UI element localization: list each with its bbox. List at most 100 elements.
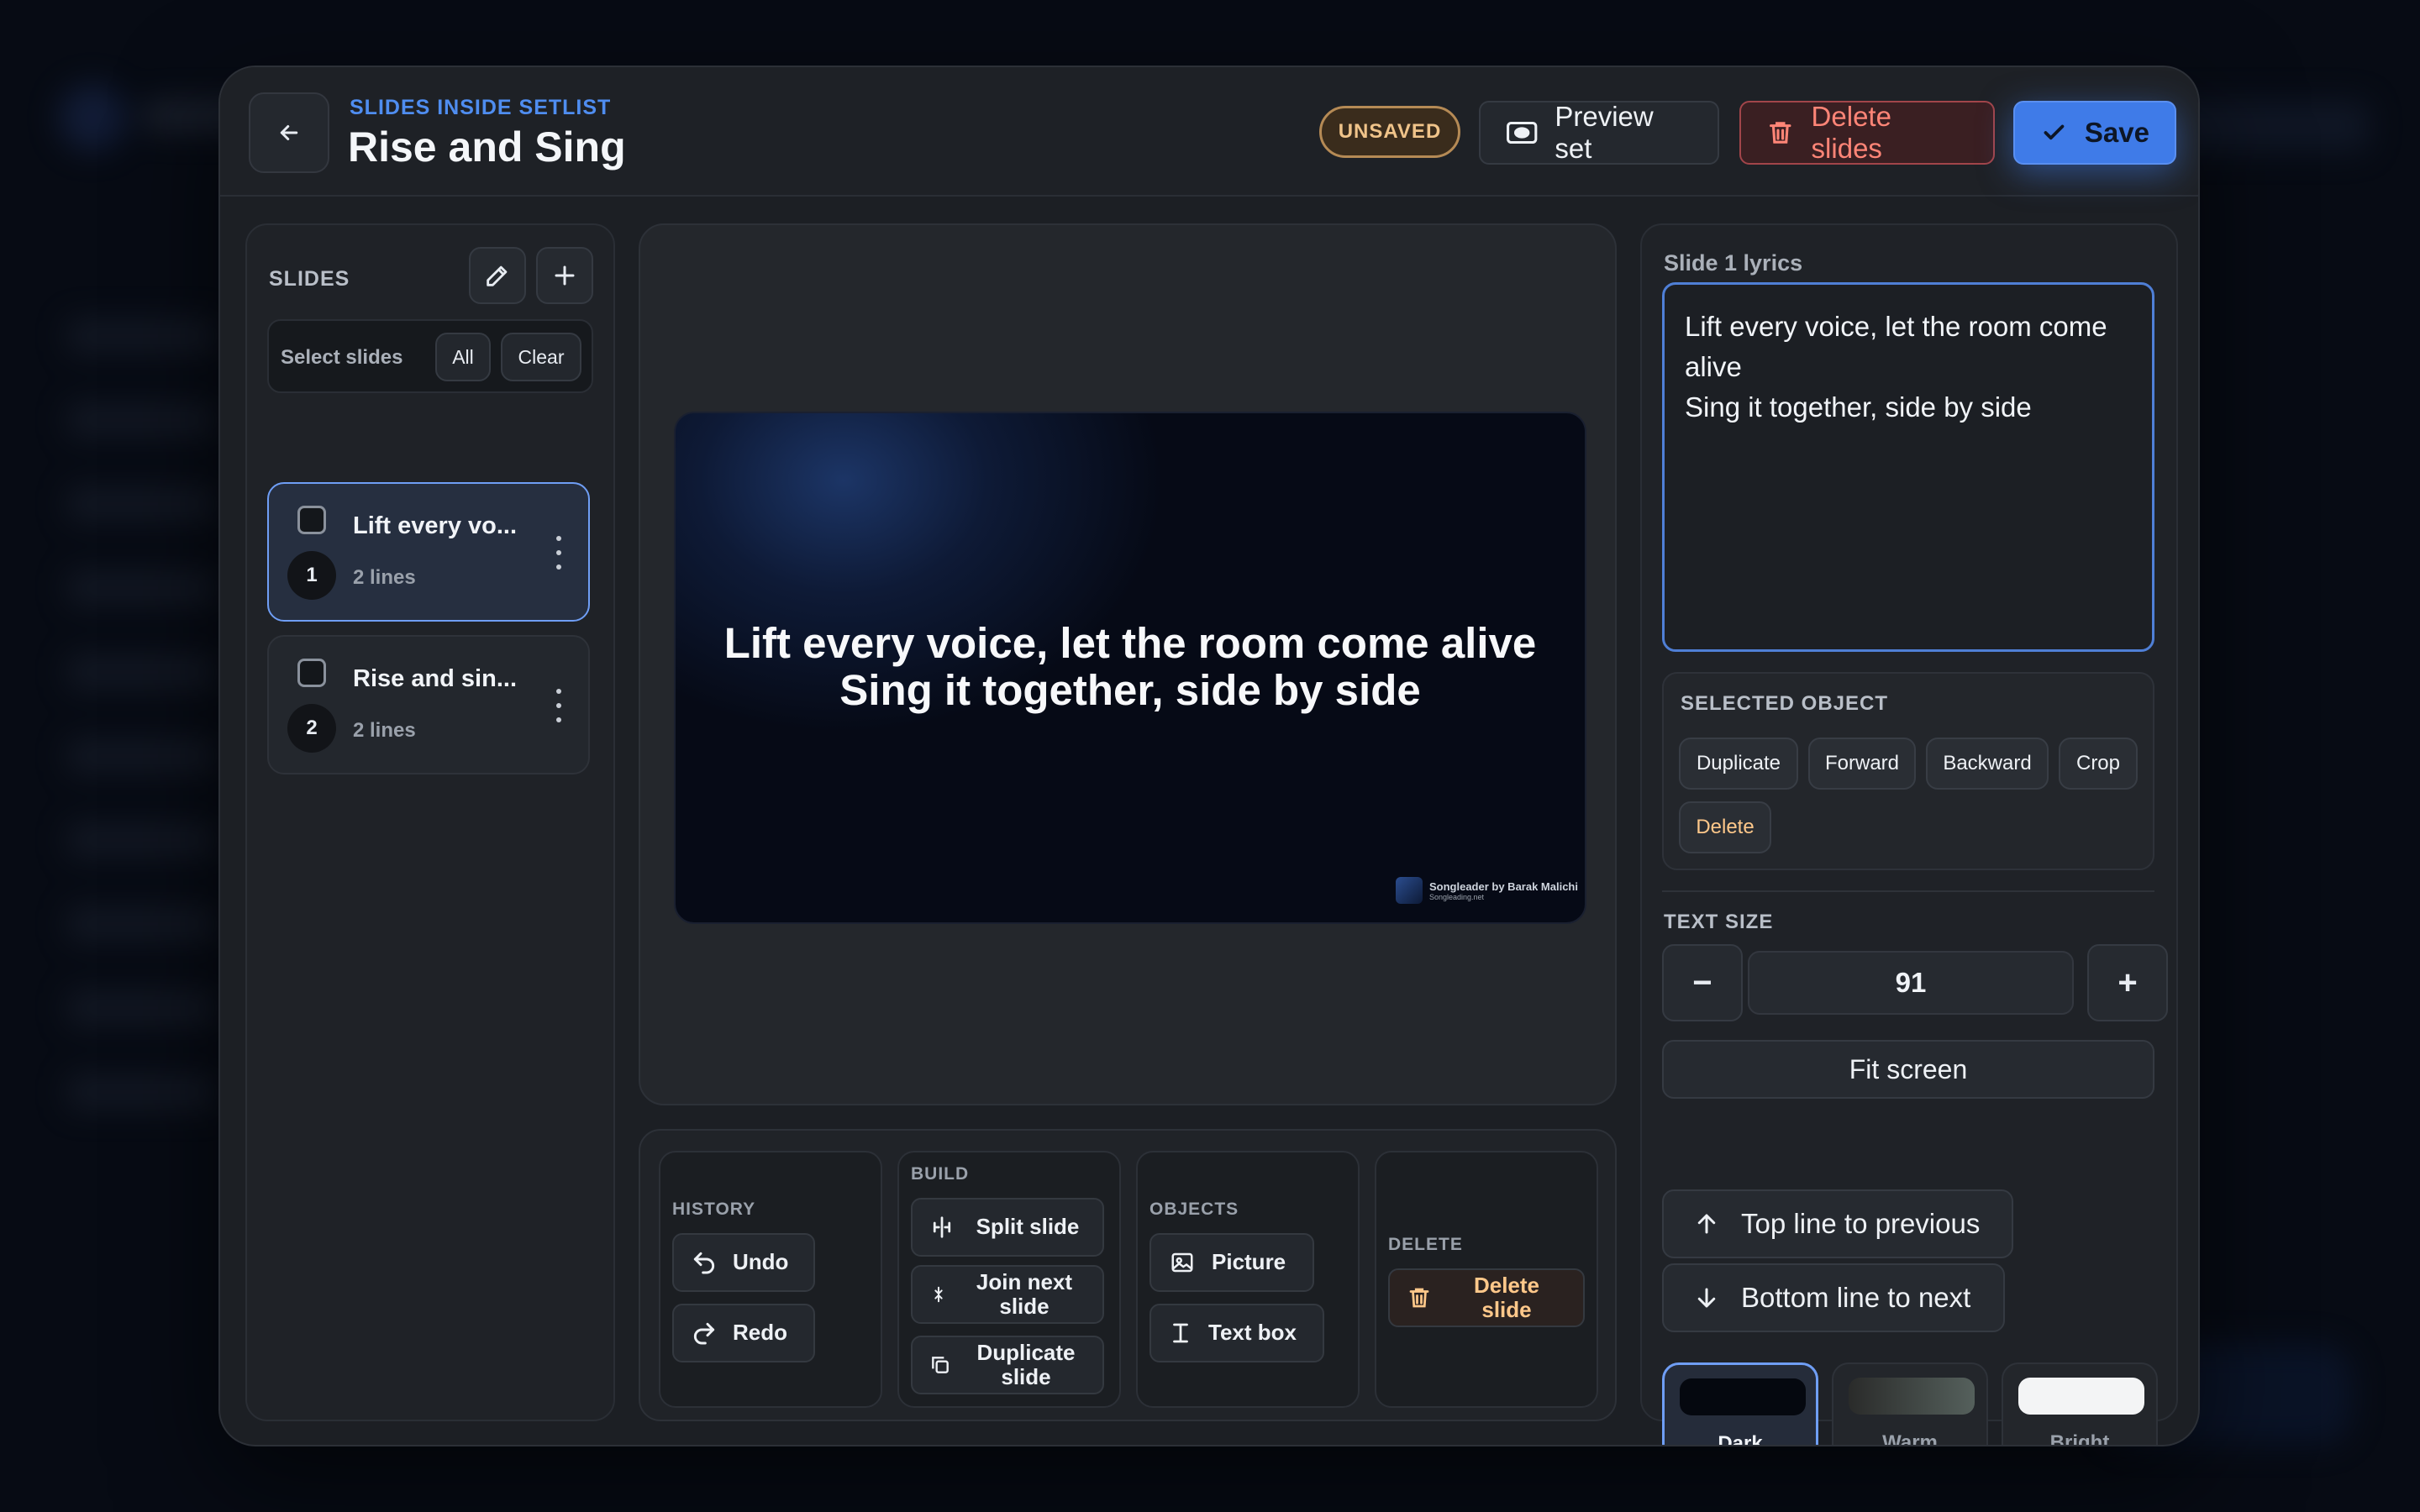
- background-nav-row: [67, 319, 218, 353]
- check-icon: [2044, 124, 2065, 140]
- text-box-label: Text box: [1208, 1320, 1297, 1346]
- top-line-to-previous-button[interactable]: Top line to previous: [1662, 1189, 2013, 1258]
- add-picture-button[interactable]: Picture: [1150, 1233, 1314, 1292]
- slide-select-checkbox[interactable]: [297, 506, 326, 534]
- theme-swatch: [1849, 1378, 1975, 1415]
- top-line-to-previous-label: Top line to previous: [1741, 1208, 1981, 1239]
- slide-editor-panel: Slide 1 lyrics Lift every voice, let the…: [1640, 223, 2178, 1445]
- theme-name: Bright: [2049, 1431, 2110, 1446]
- header-eyebrow: SLIDES INSIDE SETLIST: [350, 96, 612, 119]
- save-label: Save: [2084, 117, 2149, 148]
- slide-stage: Lift every voice, let the room come aliv…: [639, 223, 1617, 1105]
- slide-list-item[interactable]: Lift every vo... 1 2 lines: [267, 482, 590, 622]
- add-text-box-button[interactable]: Text box: [1150, 1304, 1324, 1362]
- more-vertical-icon[interactable]: [553, 689, 565, 722]
- crop-object-button[interactable]: Crop: [2059, 738, 2138, 790]
- join-next-slide-label: Join next slide: [976, 1268, 1073, 1319]
- picture-label: Picture: [1212, 1249, 1286, 1275]
- trash-icon: [1770, 122, 1791, 144]
- lyrics-textarea[interactable]: Lift every voice, let the room come aliv…: [1662, 282, 2154, 652]
- background-nav-row: [67, 907, 218, 941]
- split-icon: [933, 1216, 951, 1238]
- history-group: HISTORY Undo Redo: [659, 1151, 882, 1408]
- clear-selection-button[interactable]: Clear: [501, 333, 581, 381]
- undo-button[interactable]: Undo: [672, 1233, 815, 1292]
- theme-dark-option[interactable]: Dark: [1662, 1362, 1818, 1446]
- duplicate-slide-button[interactable]: Duplicate slide: [911, 1336, 1104, 1394]
- duplicate-object-button[interactable]: Duplicate: [1679, 738, 1798, 790]
- duplicate-slide-label: Duplicate slide: [976, 1339, 1076, 1389]
- text-size-value[interactable]: 91: [1748, 951, 2074, 1015]
- join-next-slide-button[interactable]: Join next slide: [911, 1265, 1104, 1324]
- background-nav-row: [67, 1075, 218, 1109]
- back-button[interactable]: [249, 92, 329, 173]
- redo-button[interactable]: Redo: [672, 1304, 815, 1362]
- objects-label: OBJECTS: [1150, 1200, 1239, 1219]
- add-slide-button[interactable]: [536, 247, 593, 304]
- redo-icon: [693, 1322, 715, 1345]
- songleader-logo-icon: [1395, 877, 1423, 904]
- increase-text-size-button[interactable]: +: [2087, 944, 2168, 1021]
- slides-panel: SLIDES Select slides All Clear Lift ever…: [245, 223, 615, 1421]
- slide-preview[interactable]: Lift every voice, let the room come aliv…: [674, 412, 1586, 924]
- theme-name: Dark: [1718, 1432, 1763, 1446]
- eye-icon: [1507, 121, 1538, 144]
- selected-object-label: SELECTED OBJECT: [1681, 692, 1889, 715]
- send-backward-button[interactable]: Backward: [1926, 738, 2049, 790]
- undo-label: Undo: [733, 1249, 789, 1275]
- copy-icon: [932, 1357, 949, 1373]
- theme-bright-option[interactable]: Bright: [2002, 1362, 2158, 1446]
- preview-set-button[interactable]: Preview set: [1479, 101, 1719, 165]
- more-vertical-icon[interactable]: [553, 536, 565, 570]
- split-slide-button[interactable]: Split slide: [911, 1198, 1104, 1257]
- watermark-title: Songleader by Barak Malichi: [1428, 879, 1578, 893]
- preview-line-2[interactable]: Sing it together, side by side: [676, 665, 1585, 715]
- slide-select-checkbox[interactable]: [297, 659, 326, 687]
- history-label: HISTORY: [672, 1200, 756, 1219]
- decrease-text-size-button[interactable]: −: [1662, 944, 1743, 1021]
- select-slides-bar: Select slides All Clear: [267, 319, 593, 393]
- select-slides-label: Select slides: [281, 346, 403, 369]
- theme-swatch: [1680, 1378, 1806, 1415]
- delete-slides-button[interactable]: Delete slides: [1739, 101, 1995, 165]
- theme-name: Warm: [1882, 1431, 1938, 1446]
- arrow-left-icon: [280, 125, 298, 140]
- watermark-subtitle: Songleading.net: [1428, 892, 1485, 901]
- image-icon: [1171, 1252, 1193, 1273]
- slide-number: 1: [287, 551, 336, 600]
- background-nav-row: [67, 571, 218, 605]
- split-slide-label: Split slide: [976, 1214, 1080, 1240]
- undo-icon: [693, 1252, 715, 1274]
- preview-set-label: Preview set: [1555, 101, 1654, 164]
- slide-list-item[interactable]: Rise and sin... 2 2 lines: [267, 635, 590, 774]
- delete-group: DELETE Delete slide: [1375, 1151, 1598, 1408]
- slides-panel-title: SLIDES: [269, 267, 350, 291]
- redo-label: Redo: [733, 1320, 787, 1346]
- setlist-slides-editor-modal: SLIDES INSIDE SETLIST Rise and Sing UNSA…: [218, 66, 2200, 1446]
- delete-slide-label: Delete slide: [1473, 1272, 1540, 1322]
- status-badge: UNSAVED: [1319, 106, 1460, 158]
- fit-screen-button[interactable]: Fit screen: [1662, 1040, 2154, 1099]
- pencil-icon: [487, 265, 508, 286]
- delete-object-button[interactable]: Delete: [1679, 801, 1771, 853]
- save-button[interactable]: Save: [2013, 101, 2176, 165]
- panel-divider: [1662, 890, 2154, 892]
- background-nav-row: [67, 487, 218, 521]
- delete-slide-button[interactable]: Delete slide: [1388, 1268, 1585, 1327]
- trash-icon: [1409, 1288, 1429, 1308]
- bottom-line-to-next-button[interactable]: Bottom line to next: [1662, 1263, 2005, 1332]
- editor-header: SLIDES INSIDE SETLIST Rise and Sing UNSA…: [220, 67, 2198, 197]
- background-nav-row: [67, 823, 218, 857]
- slide-title: Rise and sin...: [353, 665, 517, 692]
- theme-warm-option[interactable]: Warm: [1832, 1362, 1988, 1446]
- background-nav-row: [67, 739, 218, 773]
- select-all-button[interactable]: All: [435, 333, 491, 381]
- bring-forward-button[interactable]: Forward: [1808, 738, 1916, 790]
- songleader-watermark: Songleader by Barak Malichi Songleading.…: [1395, 877, 1578, 904]
- editor-toolbar: HISTORY Undo Redo BUILD Split slide Join…: [639, 1129, 1617, 1421]
- background-logo: [59, 84, 126, 151]
- lyrics-label: Slide 1 lyrics: [1664, 250, 1803, 276]
- delete-group-label: DELETE: [1388, 1235, 1463, 1254]
- edit-slides-button[interactable]: [469, 247, 526, 304]
- preview-line-1[interactable]: Lift every voice, let the room come aliv…: [676, 618, 1585, 668]
